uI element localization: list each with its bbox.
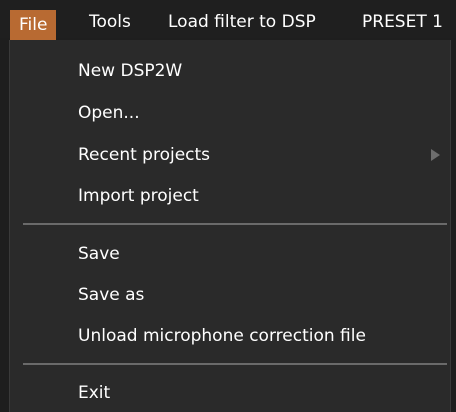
menu-item-recent-projects[interactable]: Recent projects [10,137,450,173]
chevron-right-icon [431,149,440,161]
menu-item-label: Save as [78,285,145,305]
menu-item-exit[interactable]: Exit [10,375,450,411]
menu-load-filter-to-dsp[interactable]: Load filter to DSP [168,8,316,36]
file-dropdown-menu: New DSP2W Open... Recent projects Import… [9,40,451,412]
menu-item-unload-microphone-correction-file[interactable]: Unload microphone correction file [10,318,450,354]
menu-item-save-as[interactable]: Save as [10,277,450,313]
menu-item-label: Import project [78,186,199,206]
menu-preset[interactable]: PRESET 1 [362,8,443,36]
menu-item-label: Recent projects [78,145,211,165]
menu-file[interactable]: File [10,10,57,40]
menu-bar: File Tools Load filter to DSP PRESET 1 [0,0,456,40]
menu-separator [23,223,447,225]
menu-item-label: Save [78,244,120,264]
menu-item-save[interactable]: Save [10,236,450,272]
menu-item-label: Exit [78,383,111,403]
menu-separator [23,363,447,365]
menu-item-label: Open... [78,103,140,123]
menu-item-new-dsp2w[interactable]: New DSP2W [10,53,450,89]
menu-item-open[interactable]: Open... [10,95,450,131]
menu-item-label: Unload microphone correction file [78,326,366,346]
menu-item-label: New DSP2W [78,61,183,81]
menu-item-import-project[interactable]: Import project [10,178,450,214]
menu-tools[interactable]: Tools [89,8,131,36]
